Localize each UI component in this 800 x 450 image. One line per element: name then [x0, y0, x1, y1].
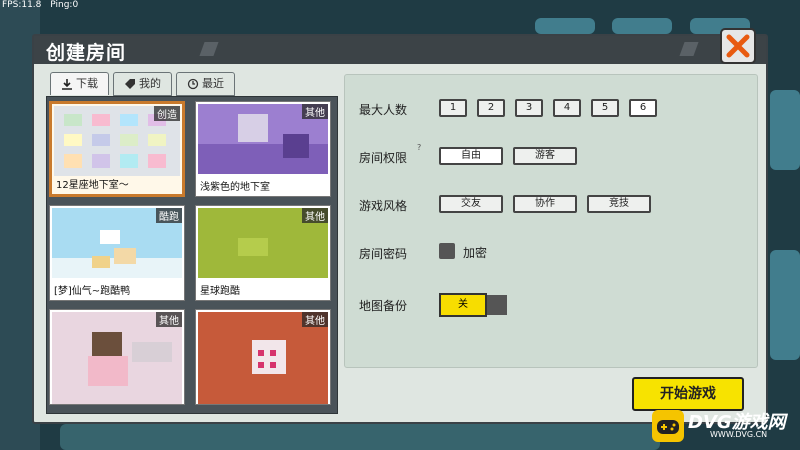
- titlebar-decoration: [679, 42, 699, 56]
- gamepad-icon: [657, 420, 679, 434]
- players-option-2[interactable]: 2: [477, 99, 505, 117]
- close-button[interactable]: [720, 28, 756, 64]
- tab-download[interactable]: 下载: [50, 72, 109, 95]
- style-social-button[interactable]: 交友: [439, 195, 503, 213]
- toggle-knob: [487, 295, 507, 315]
- players-option-5[interactable]: 5: [591, 99, 619, 117]
- room-settings-panel: 最大人数 1 2 3 4 5 6 房间权限 ? 自由 游客 游戏风格 交友 协作…: [344, 74, 758, 368]
- create-room-dialog: 创建房间 下载 我的 最近 创造 12星座地下室～ 其他 浅紫色的地下室 酷跑 …: [32, 28, 768, 424]
- close-icon: [726, 34, 750, 58]
- max-players-label: 最大人数: [359, 103, 408, 117]
- permission-label: 房间权限: [359, 151, 408, 165]
- clock-icon: [187, 78, 199, 90]
- background-tile: [770, 250, 800, 360]
- ping-readout: Ping:0: [50, 0, 79, 10]
- tab-label: 我的: [139, 77, 161, 90]
- map-name: [梦]仙气~跑酷鸭: [54, 286, 131, 297]
- players-option-4[interactable]: 4: [553, 99, 581, 117]
- background-tile: [612, 18, 672, 34]
- style-label: 游戏风格: [359, 199, 408, 213]
- map-card[interactable]: 创造 12星座地下室～: [49, 101, 185, 197]
- players-option-1[interactable]: 1: [439, 99, 467, 117]
- hud-stats: FPS:11.8 Ping:0: [2, 0, 84, 10]
- password-label: 房间密码: [359, 247, 408, 261]
- tab-recent[interactable]: 最近: [176, 72, 235, 96]
- backup-toggle[interactable]: 关: [439, 293, 507, 317]
- background-tile: [60, 424, 660, 450]
- map-name: 12星座地下室～: [56, 180, 129, 191]
- style-coop-button[interactable]: 协作: [513, 195, 577, 213]
- dialog-titlebar: 创建房间: [34, 28, 766, 64]
- map-tag: 其他: [302, 104, 328, 119]
- map-tag: 其他: [302, 208, 328, 223]
- tab-label: 下载: [76, 77, 98, 90]
- players-option-6[interactable]: 6: [629, 99, 657, 117]
- map-tag: 酷跑: [156, 208, 182, 223]
- watermark: DVG游戏网 WWW.DVG.CN: [650, 404, 796, 448]
- background-tile: [535, 18, 595, 34]
- permission-free-button[interactable]: 自由: [439, 147, 503, 165]
- encrypt-checkbox[interactable]: [439, 243, 455, 259]
- gamepad-logo-icon: [652, 410, 684, 442]
- help-icon[interactable]: ?: [417, 143, 421, 152]
- map-card[interactable]: 其他 星球跑酷: [195, 205, 331, 301]
- download-icon: [62, 79, 72, 90]
- watermark-url: WWW.DVG.CN: [710, 430, 768, 439]
- map-card[interactable]: 其他: [49, 309, 185, 405]
- map-tabs: 下载 我的 最近: [50, 72, 235, 96]
- backup-label: 地图备份: [359, 299, 408, 313]
- map-list[interactable]: 创造 12星座地下室～ 其他 浅紫色的地下室 酷跑 [梦]仙气~跑酷鸭 其他 星…: [46, 96, 338, 414]
- tab-mine[interactable]: 我的: [113, 72, 172, 96]
- tag-icon: [125, 79, 135, 89]
- players-option-3[interactable]: 3: [515, 99, 543, 117]
- background-tile: [770, 90, 800, 170]
- dialog-title: 创建房间: [46, 42, 127, 64]
- titlebar-decoration: [199, 42, 219, 56]
- map-card[interactable]: 其他 浅紫色的地下室: [195, 101, 331, 197]
- map-tag: 其他: [156, 312, 182, 327]
- map-card[interactable]: 其他: [195, 309, 331, 405]
- fps-readout: FPS:11.8: [2, 0, 42, 10]
- map-name: 星球跑酷: [200, 286, 240, 297]
- toggle-state-label: 关: [439, 293, 487, 317]
- style-compete-button[interactable]: 竞技: [587, 195, 651, 213]
- map-name: 浅紫色的地下室: [200, 182, 270, 193]
- map-tag: 创造: [154, 106, 180, 121]
- permission-guest-button[interactable]: 游客: [513, 147, 577, 165]
- tab-label: 最近: [202, 77, 224, 90]
- encrypt-label: 加密: [463, 246, 488, 260]
- map-card[interactable]: 酷跑 [梦]仙气~跑酷鸭: [49, 205, 185, 301]
- map-tag: 其他: [302, 312, 328, 327]
